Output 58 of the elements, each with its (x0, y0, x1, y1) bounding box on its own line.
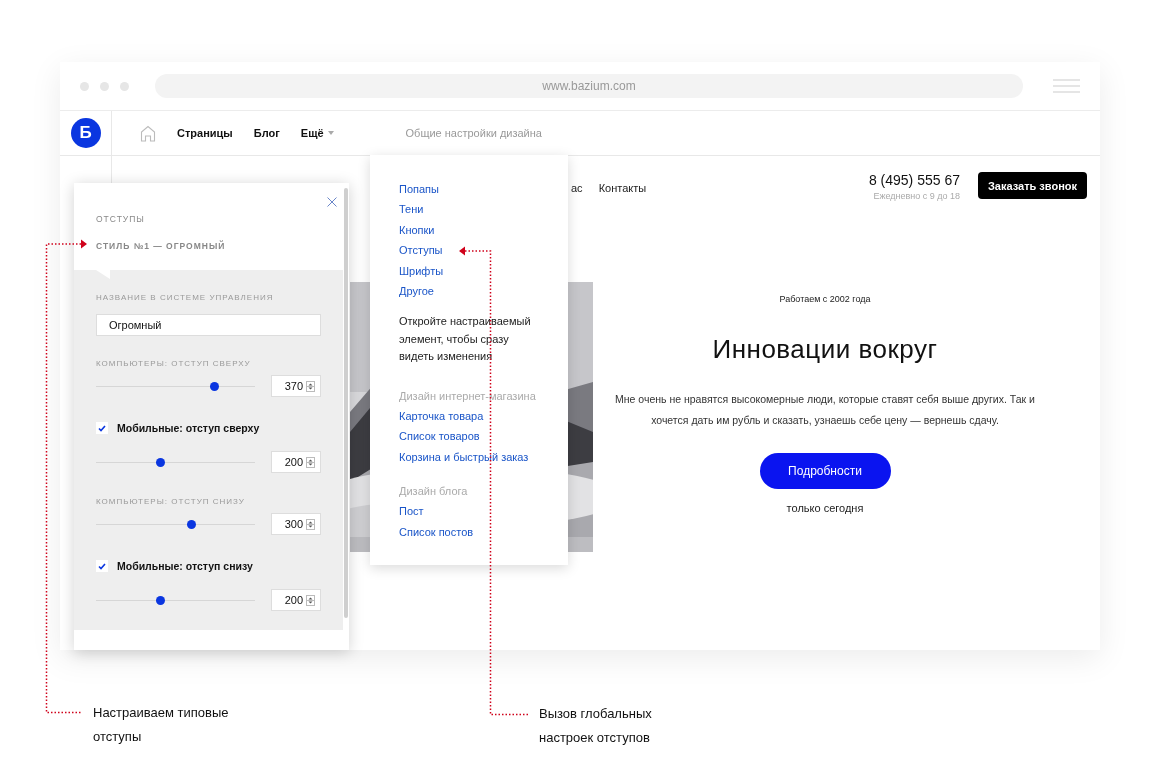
style-title: СТИЛЬ №1 — ОГРОМНЫЙ (96, 241, 227, 251)
slider-thumb[interactable] (187, 519, 197, 529)
menu-link[interactable]: Кнопки (399, 219, 435, 241)
number-field[interactable]: 200 (271, 589, 321, 611)
hero-text: Мне очень не нравятся высокомерные люди, которые ставят себя выше других. Так и хочется дать им рубль и сказать, узнаешь себе цену — вернешь сдачу. (615, 392, 1035, 428)
stepper-icon[interactable] (306, 518, 315, 530)
caret-icon (327, 131, 334, 135)
menu-link[interactable]: Шрифты (399, 260, 444, 282)
working-hours: Ежедневно с 9 до 18 (873, 191, 960, 201)
home-icon[interactable] (140, 124, 156, 142)
number-field[interactable]: 200 (271, 451, 321, 473)
field-label: НАЗВАНИЕ В СИСТЕМЕ УПРАВЛЕНИЯ (96, 292, 275, 303)
window-dot[interactable] (100, 81, 109, 91)
menu-link[interactable]: Пост (399, 501, 424, 522)
menu-link[interactable]: Карточка товара (399, 405, 484, 427)
field-label: КОМПЬЮТЕРЫ: ОТСТУП СВЕРХУ (96, 358, 252, 369)
nav-link[interactable]: Блог (253, 127, 280, 139)
menu-link[interactable]: Список товаров (399, 426, 480, 447)
hero-title: Инновации вокруг (712, 334, 938, 365)
close-icon[interactable] (327, 197, 337, 207)
number-field[interactable]: 300 (271, 513, 321, 535)
slider-thumb[interactable] (155, 457, 165, 467)
callback-button[interactable]: Заказать звонок (978, 172, 1087, 199)
window-dot[interactable] (120, 81, 129, 91)
checkbox[interactable] (96, 560, 108, 572)
slider-thumb[interactable] (209, 381, 219, 391)
panel-section-label: ОТСТУПЫ (96, 214, 146, 224)
nav-menu[interactable]: Ещё (300, 127, 334, 139)
stepper-icon[interactable] (306, 456, 315, 468)
annotation-text: Вызов глобальных настроек отступов (539, 705, 653, 747)
details-button[interactable]: Подробности (759, 453, 891, 489)
menu-link[interactable]: Корзина и быстрый заказ (399, 446, 529, 468)
text-field[interactable]: Огромный (96, 314, 321, 336)
logo[interactable]: Б (70, 118, 101, 148)
field-label: КОМПЬЮТЕРЫ: ОТСТУП СНИЗУ (96, 496, 246, 507)
window-dot[interactable] (80, 81, 89, 91)
nav-link[interactable]: Страницы (177, 127, 233, 139)
menu-link[interactable]: Отступы (399, 240, 443, 261)
annotation-text: Настраиваем типовые отступы (93, 704, 230, 746)
checkbox-label: Мобильные: отступ снизу (117, 560, 253, 572)
phone-number: 8 (495) 555 67 (868, 172, 960, 188)
site-nav-link[interactable]: Контакты (598, 182, 647, 194)
menu-hint: Откройте настраиваемый элемент, чтобы сразу видеть изменения (399, 314, 532, 365)
menu-heading: Дизайн блога (399, 484, 468, 500)
menu-heading: Дизайн интернет-магазина (399, 388, 536, 404)
menu-link[interactable]: Другое (399, 281, 434, 302)
menu-link[interactable]: Попапы (399, 179, 439, 200)
site-nav-link[interactable]: ас (571, 182, 583, 194)
checkbox-label: Мобильные: отступ сверху (117, 422, 260, 434)
checkbox[interactable] (96, 422, 108, 434)
slider-thumb[interactable] (155, 595, 165, 605)
menu-link[interactable]: Тени (399, 199, 424, 220)
menu-link[interactable]: Список постов (399, 521, 474, 542)
offer-note: только сегодня (786, 502, 864, 514)
stepper-icon[interactable] (306, 594, 315, 606)
number-field[interactable]: 370 (271, 375, 321, 397)
stepper-icon[interactable] (306, 380, 315, 392)
tagline: Работаем с 2002 года (779, 294, 871, 304)
